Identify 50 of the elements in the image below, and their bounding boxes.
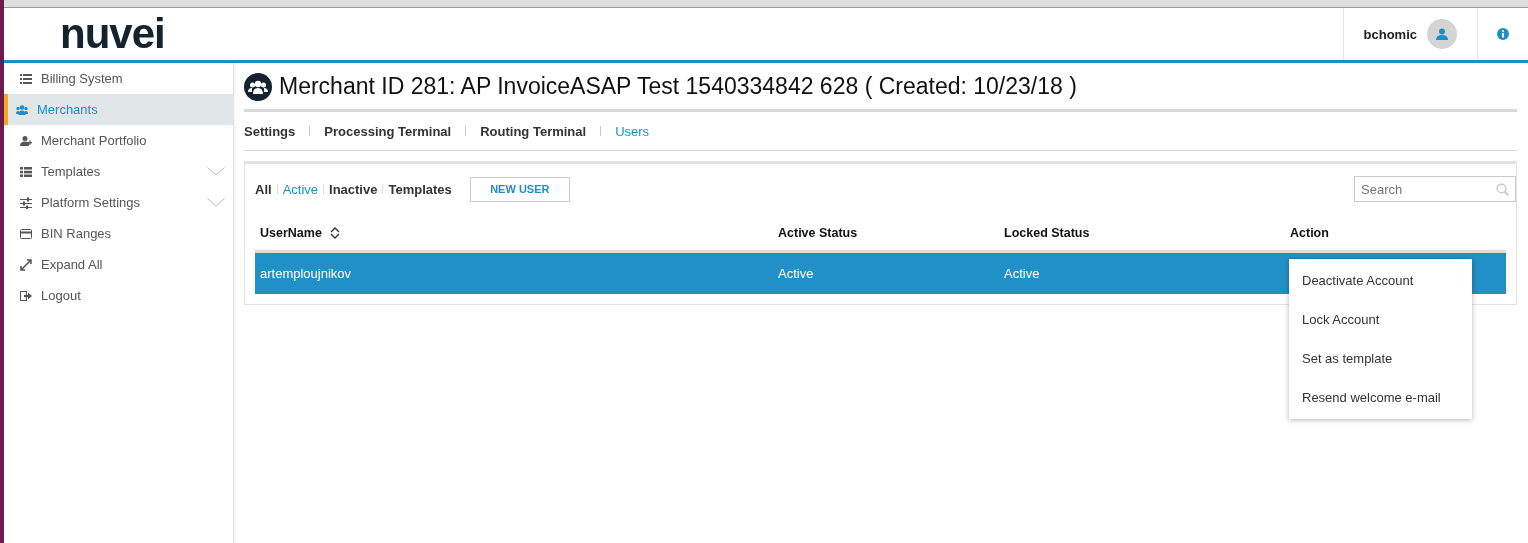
sidebar-item[interactable]: Expand All [4,249,233,280]
tab[interactable]: Users [615,123,650,139]
sidebar-item[interactable]: BIN Ranges [4,218,233,249]
user-avatar[interactable] [1427,19,1457,49]
info-icon [1497,28,1509,40]
chevron-down-icon [207,167,225,176]
new-user-button[interactable]: NEW USER [469,176,570,202]
page-title: Merchant ID 281: AP InvoiceASAP Test 1540334842 628 ( Created: 10/23/18 ) [279,73,1077,100]
person-icon [1436,28,1448,40]
menu-item[interactable]: Lock Account [1289,300,1472,339]
chevron-down-icon [207,198,225,207]
group-icon [244,72,272,101]
sidebar-item[interactable]: Merchant Portfolio [4,125,233,156]
sidebar-item[interactable]: Logout [4,280,233,311]
table-row-cell[interactable]: Active [773,250,999,294]
card-icon [20,227,32,240]
table-row-cell[interactable]: artemploujnikov [255,250,773,294]
list-icon [20,72,32,85]
logout-icon [20,289,32,302]
column-header: UserName [260,225,322,240]
table-cell: Active [778,266,814,281]
menu-item[interactable]: Resend welcome e-mail [1289,378,1472,417]
sliders-icon [20,196,32,209]
sort-icon [329,226,340,239]
tab[interactable]: Routing Terminal [480,123,587,139]
tab[interactable]: Processing Terminal [324,123,452,139]
column-header: Locked Status [1004,225,1090,240]
filter-link[interactable]: Templates [388,181,452,197]
column-header: Active Status [778,225,858,240]
table-row-cell[interactable]: Active [999,250,1285,294]
filter-link[interactable]: Active [282,181,319,197]
user-add-icon [20,134,32,147]
list-icon [20,165,32,178]
sidebar-item[interactable]: Platform Settings [4,187,233,218]
search-icon [1496,183,1509,196]
search-field[interactable]: Search [1354,176,1516,202]
table-cell: Active [1004,266,1040,281]
sidebar-item[interactable]: Billing System [4,63,233,94]
table-cell: artemploujnikov [260,266,352,281]
group-icon [16,103,28,116]
menu-item[interactable]: Deactivate Account [1289,261,1472,300]
user-name[interactable]: bchomic [1363,26,1417,42]
logo: nuvei [60,9,165,59]
expand-icon [20,258,32,271]
sidebar-item[interactable]: Templates [4,156,233,187]
filter-link[interactable]: Inactive [329,181,378,197]
filter-link[interactable]: All [255,181,272,197]
tab[interactable]: Settings [244,123,296,139]
column-header: Action [1290,225,1329,240]
menu-item[interactable]: Set as template [1289,339,1472,378]
